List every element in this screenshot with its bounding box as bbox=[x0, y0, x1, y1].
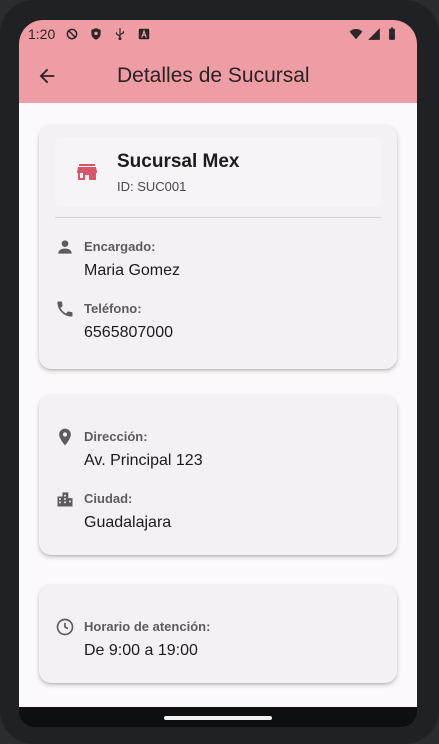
phone-value: 6565807000 bbox=[84, 324, 173, 341]
address-field: Dirección: Av. Principal 123 bbox=[55, 427, 375, 475]
shield-icon bbox=[91, 28, 101, 40]
signal-icon bbox=[368, 28, 380, 40]
navigation-bar bbox=[19, 707, 417, 727]
manager-label: Encargado: bbox=[84, 239, 156, 254]
person-icon bbox=[58, 240, 72, 254]
branch-info-card: Sucursal Mex ID: SUC001 Encargado: Maria… bbox=[39, 125, 397, 369]
status-time: 1:20 bbox=[28, 26, 56, 42]
branch-id: ID: SUC001 bbox=[117, 178, 187, 194]
do-not-disturb-icon bbox=[66, 28, 78, 40]
battery-icon bbox=[389, 27, 395, 40]
clock-icon bbox=[56, 618, 74, 636]
page-title: Detalles de Sucursal bbox=[117, 63, 310, 87]
store-icon bbox=[77, 164, 97, 180]
city-field: Ciudad: Guadalajara bbox=[55, 489, 375, 537]
phone-field: Teléfono: 6565807000 bbox=[55, 299, 375, 347]
manager-field: Encargado: Maria Gomez bbox=[55, 237, 375, 285]
hours-label: Horario de atención: bbox=[84, 619, 211, 634]
home-gesture-handle[interactable] bbox=[164, 716, 272, 720]
app-bar: 1:20 Detalles de Sucursal bbox=[19, 20, 417, 103]
back-button[interactable] bbox=[19, 48, 75, 103]
city-icon bbox=[57, 492, 73, 507]
hours-value: De 9:00 a 19:00 bbox=[84, 642, 198, 659]
location-pin-icon bbox=[59, 428, 71, 446]
hours-field: Horario de atención: De 9:00 a 19:00 bbox=[55, 617, 375, 665]
toolbar: Detalles de Sucursal bbox=[19, 48, 417, 103]
arrow-back-icon bbox=[39, 68, 55, 83]
status-bar: 1:20 bbox=[19, 20, 417, 48]
usb-icon bbox=[116, 28, 125, 41]
wifi-icon bbox=[349, 29, 363, 40]
a-icon bbox=[139, 28, 150, 40]
content-area: Sucursal Mex ID: SUC001 Encargado: Maria… bbox=[19, 103, 417, 707]
address-value: Av. Principal 123 bbox=[84, 452, 203, 469]
manager-value: Maria Gomez bbox=[84, 262, 181, 279]
location-card: Dirección: Av. Principal 123 Ciudad: Gua… bbox=[39, 395, 397, 555]
phone-screen: 1:20 Detalles de Sucursal Sucursal Mex I… bbox=[19, 20, 417, 727]
phone-icon bbox=[57, 301, 73, 317]
city-value: Guadalajara bbox=[84, 514, 172, 531]
address-label: Dirección: bbox=[84, 429, 148, 444]
city-label: Ciudad: bbox=[84, 491, 133, 506]
branch-name: Sucursal Mex bbox=[117, 150, 240, 172]
branch-header: Sucursal Mex ID: SUC001 bbox=[55, 137, 381, 207]
divider bbox=[55, 217, 381, 218]
hours-card: Horario de atención: De 9:00 a 19:00 bbox=[39, 585, 397, 683]
phone-label: Teléfono: bbox=[84, 301, 142, 316]
